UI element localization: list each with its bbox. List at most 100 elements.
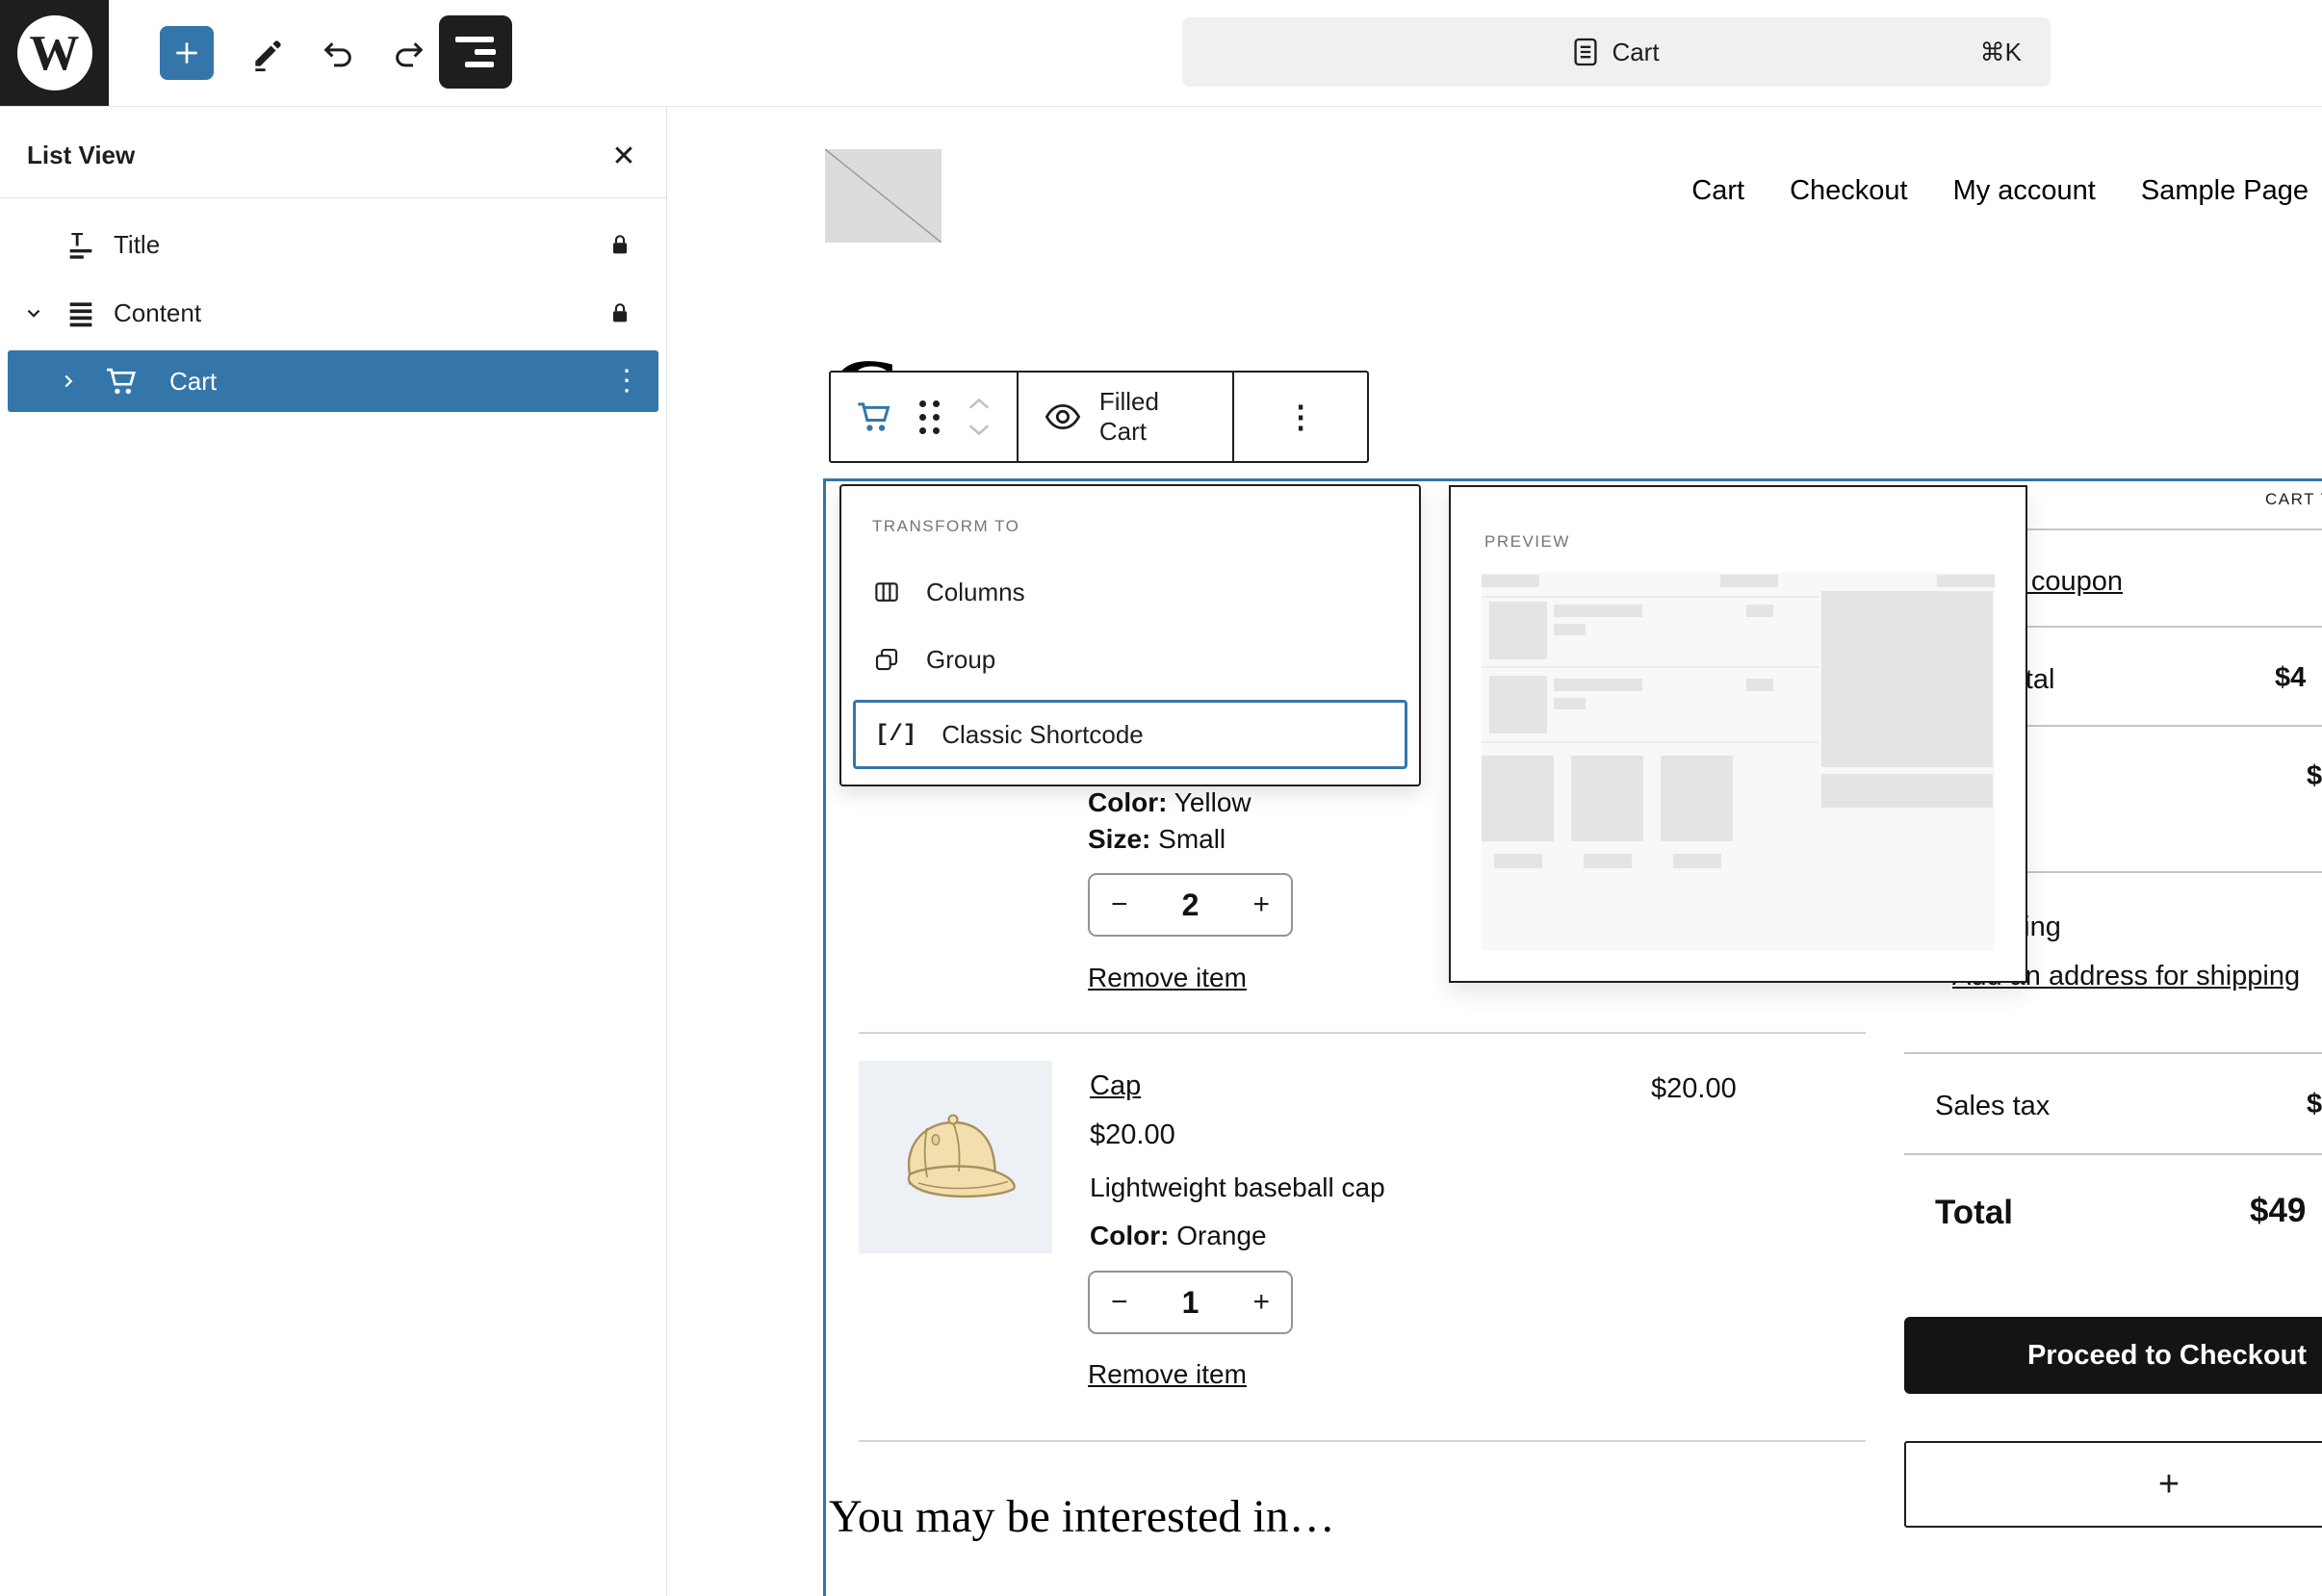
options-kebab-icon[interactable]: ⋮ xyxy=(612,350,641,412)
cart-block-icon xyxy=(100,363,142,399)
block-outline-top xyxy=(823,478,2322,481)
undo-button[interactable] xyxy=(320,35,358,73)
increase-quantity-button[interactable]: + xyxy=(1252,888,1270,921)
menu-item-group[interactable]: Group xyxy=(853,629,1407,690)
transform-menu-heading: TRANSFORM TO xyxy=(872,517,1019,536)
wordpress-logo[interactable]: W xyxy=(0,0,109,106)
menu-item-columns[interactable]: Columns xyxy=(853,561,1407,623)
block-toolbar: Filled Cart ⋮ xyxy=(829,371,1369,463)
list-view-item-label: Cart xyxy=(169,367,217,397)
cart-block-button[interactable] xyxy=(854,397,894,437)
row-divider xyxy=(859,1032,1866,1034)
row-divider xyxy=(859,1440,1866,1442)
chevron-down-icon[interactable] xyxy=(17,302,50,323)
nav-link-sample-page[interactable]: Sample Page xyxy=(2141,175,2309,207)
view-switcher-label: Filled Cart xyxy=(1099,387,1208,447)
list-view-icon xyxy=(455,37,494,42)
command-palette[interactable]: Cart ⌘K xyxy=(1182,17,2051,87)
document-overview-button[interactable] xyxy=(439,15,512,89)
plus-icon: + xyxy=(2158,1464,2180,1506)
increase-quantity-button[interactable]: + xyxy=(1252,1286,1270,1319)
menu-item-label: Group xyxy=(926,645,995,675)
proceed-to-checkout-button[interactable]: Proceed to Checkout xyxy=(1904,1317,2322,1394)
nav-link-checkout[interactable]: Checkout xyxy=(1790,175,1908,207)
drag-handle-icon[interactable] xyxy=(919,400,940,434)
placeholder-diagonal xyxy=(825,149,942,243)
block-outline-left xyxy=(823,478,826,1596)
add-block-button[interactable] xyxy=(160,26,214,80)
list-view-title: List View xyxy=(27,141,135,170)
cart-totals-heading: CART TOTALS xyxy=(2265,490,2322,509)
nav-link-my-account[interactable]: My account xyxy=(1953,175,2096,207)
preview-popover: PREVIEW xyxy=(1449,485,2027,983)
list-view-item-title[interactable]: T Title xyxy=(8,214,658,275)
divider xyxy=(0,197,666,198)
divider xyxy=(1904,1052,2322,1054)
pencil-icon xyxy=(249,36,286,72)
cross-sells-heading: You may be interested in… xyxy=(829,1490,1335,1543)
eye-icon xyxy=(1044,401,1082,432)
decrease-quantity-button[interactable]: − xyxy=(1111,888,1128,921)
site-navigation: Cart Checkout My account Sample Page xyxy=(1691,175,2309,207)
transform-to-menu: TRANSFORM TO Columns Group [/] Classic S… xyxy=(839,484,1421,786)
editor-top-bar: W xyxy=(0,0,2322,107)
options-kebab-icon: ⋮ xyxy=(1285,401,1316,432)
quantity-stepper: − 2 + xyxy=(1088,873,1293,937)
shortcode-icon: [/] xyxy=(875,722,916,748)
list-view-item-label: Content xyxy=(114,298,201,328)
list-view-item-content[interactable]: Content xyxy=(8,282,658,344)
block-appender-button[interactable]: + xyxy=(1904,1441,2322,1528)
svg-text:T: T xyxy=(71,229,83,250)
block-options-button[interactable]: ⋮ xyxy=(1234,373,1367,461)
product-price: $20.00 xyxy=(1090,1120,1175,1151)
preview-heading: PREVIEW xyxy=(1484,532,1570,552)
site-logo-placeholder[interactable] xyxy=(825,149,942,243)
item-attribute-color: Color: Yellow xyxy=(1088,787,1251,818)
columns-icon xyxy=(872,578,901,606)
product-description: Lightweight baseball cap xyxy=(1090,1172,1385,1203)
menu-item-classic-shortcode[interactable]: [/] Classic Shortcode xyxy=(853,700,1407,769)
item-attribute-size: Size: Small xyxy=(1088,824,1226,855)
line-total: $20.00 xyxy=(1651,1073,1737,1105)
quantity-stepper: − 1 + xyxy=(1088,1271,1293,1334)
edit-mode-button[interactable] xyxy=(248,35,287,73)
decrease-quantity-button[interactable]: − xyxy=(1111,1286,1128,1319)
item-attribute-color: Color: Orange xyxy=(1090,1221,1267,1251)
lock-icon xyxy=(606,299,633,326)
product-name-link[interactable]: Cap xyxy=(1090,1070,1141,1102)
list-view-item-label: Title xyxy=(114,230,160,260)
wordpress-block-editor: W xyxy=(0,0,2322,1596)
total-label: Total xyxy=(1935,1194,2013,1232)
list-view-item-cart[interactable]: Cart ⋮ xyxy=(8,350,658,412)
quantity-value: 1 xyxy=(1182,1285,1200,1321)
wordpress-w-icon: W xyxy=(17,15,92,90)
command-palette-label: Cart xyxy=(1612,38,1659,67)
quantity-value: 2 xyxy=(1182,888,1200,923)
title-block-icon: T xyxy=(60,228,102,261)
divider xyxy=(1904,1153,2322,1155)
subtotal-value: $4 xyxy=(2275,662,2306,694)
sales-tax-value: $ xyxy=(2307,1089,2322,1120)
nav-link-cart[interactable]: Cart xyxy=(1691,175,1744,207)
product-image-cap[interactable] xyxy=(859,1061,1052,1253)
plus-icon xyxy=(171,38,202,68)
remove-item-link[interactable]: Remove item xyxy=(1088,1359,1247,1390)
list-view-panel: List View ✕ T Title xyxy=(0,106,667,1596)
menu-item-label: Classic Shortcode xyxy=(942,720,1144,750)
editor-canvas: Cart Checkout My account Sample Page Car… xyxy=(667,106,2322,1596)
undo-icon xyxy=(320,35,358,73)
content-block-icon xyxy=(60,296,102,329)
move-down-icon[interactable] xyxy=(965,424,993,437)
sales-tax-label: Sales tax xyxy=(1935,1091,2050,1122)
view-switcher-button[interactable]: Filled Cart xyxy=(1019,373,1233,461)
remove-item-link[interactable]: Remove item xyxy=(1088,963,1247,993)
command-shortcut: ⌘K xyxy=(1980,17,2022,87)
move-up-icon[interactable] xyxy=(965,397,993,410)
menu-item-label: Columns xyxy=(926,578,1025,607)
close-list-view-button[interactable]: ✕ xyxy=(605,137,643,175)
document-icon xyxy=(1573,37,1598,67)
chevron-right-icon[interactable] xyxy=(52,371,85,392)
fee-value: $ xyxy=(2307,760,2322,792)
redo-button[interactable] xyxy=(389,35,427,73)
redo-icon xyxy=(389,35,427,73)
